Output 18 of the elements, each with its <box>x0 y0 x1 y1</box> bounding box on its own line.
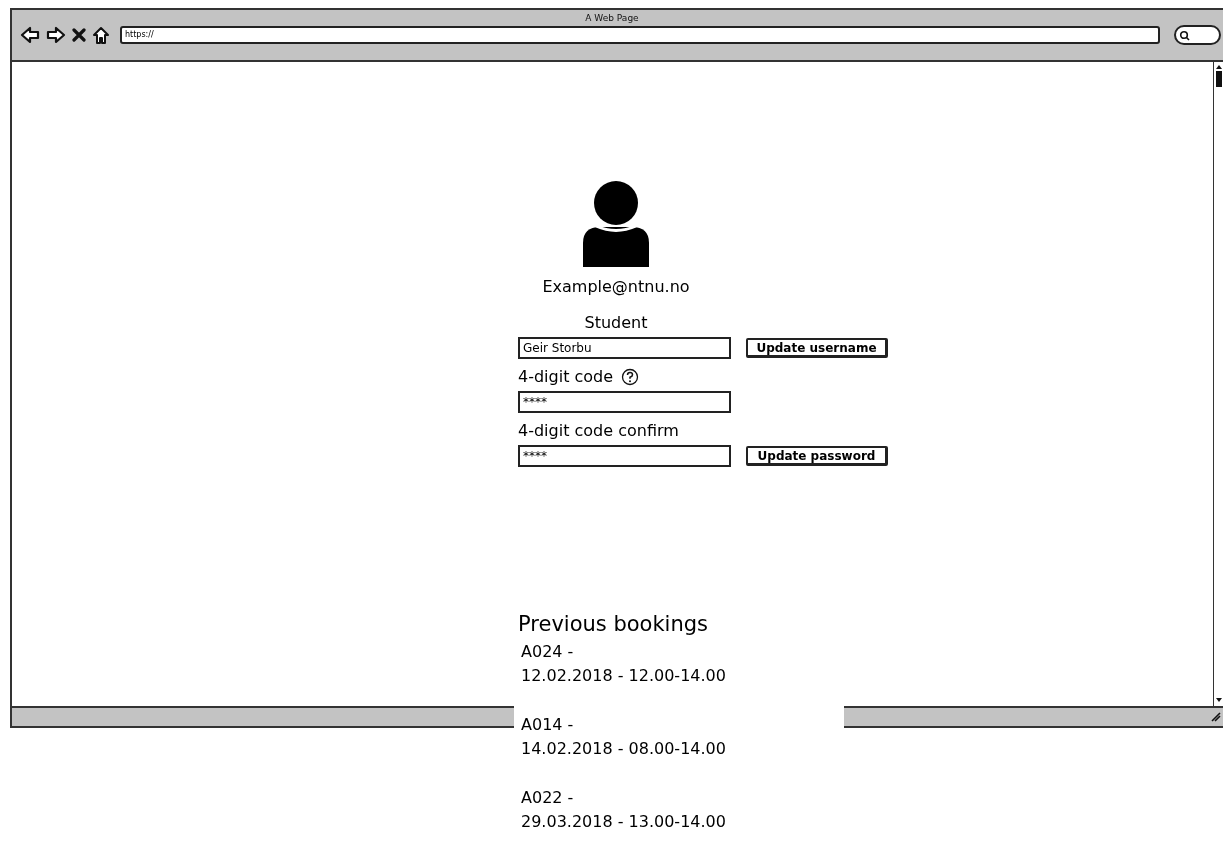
booking-time: 29.03.2018 - 13.00-14.00 <box>521 811 727 833</box>
role-text: Student <box>584 313 648 332</box>
update-username-button[interactable]: Update username <box>746 338 888 358</box>
booking-time: 12.02.2018 - 12.00-14.00 <box>521 665 727 687</box>
window-title: A Web Page <box>584 12 640 23</box>
field-label: 4-digit code <box>518 367 614 386</box>
email-text: Example@ntnu.no <box>542 277 690 296</box>
booking-time: 14.02.2018 - 08.00-14.00 <box>521 738 727 760</box>
update-password-button[interactable]: Update password <box>746 446 888 466</box>
code-field[interactable]: **** <box>518 391 731 413</box>
section-title: Previous bookings <box>518 612 709 636</box>
booking-room: A024 - <box>521 641 575 663</box>
field-label: 4-digit code confirm <box>518 421 679 440</box>
booking-room: A022 - <box>521 787 575 809</box>
address-field[interactable]: https:// <box>120 26 1160 44</box>
code-confirm-field[interactable]: **** <box>518 445 731 467</box>
username-field[interactable]: Geir Storbu <box>518 337 731 359</box>
booking-room: A014 - <box>521 714 575 736</box>
